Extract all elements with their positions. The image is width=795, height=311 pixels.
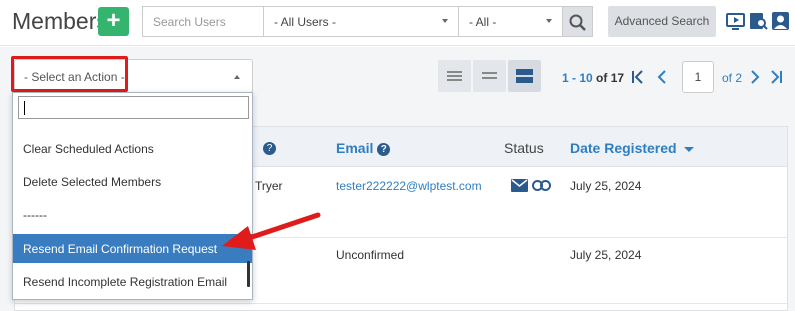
annotation-arrow [222, 212, 321, 250]
